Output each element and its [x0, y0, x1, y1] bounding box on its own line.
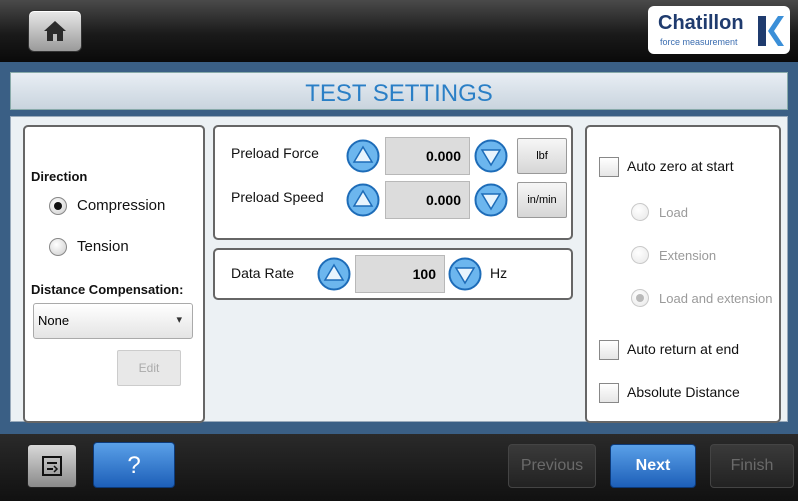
direction-heading: Direction — [31, 169, 88, 184]
preload-force-increase-button[interactable] — [346, 139, 380, 173]
bottom-bar: ? Previous Next Finish — [0, 434, 798, 501]
preload-speed-unit-button[interactable]: in/min — [517, 182, 567, 218]
distance-compensation-select[interactable]: None ▾ — [33, 303, 193, 339]
preload-speed-decrease-button[interactable] — [474, 183, 508, 217]
auto-zero-checkbox[interactable] — [599, 157, 619, 177]
options-panel: Auto zero at start Load Extension Load a… — [585, 125, 781, 423]
logo-name: Chatillon — [658, 12, 744, 34]
help-label: ? — [127, 452, 141, 479]
preload-speed-value: 0.000 — [425, 192, 461, 208]
data-rate-increase-button[interactable] — [317, 257, 351, 291]
data-rate-value-box[interactable]: 100 — [355, 255, 445, 293]
top-bar: Chatillon force measurement — [0, 0, 798, 62]
previous-label: Previous — [520, 457, 584, 474]
next-button[interactable]: Next — [610, 444, 696, 488]
finish-button[interactable]: Finish — [710, 444, 794, 488]
settings-content: Direction Compression Tension Distance C… — [10, 116, 788, 423]
radio-zero-load[interactable] — [631, 203, 649, 221]
preload-speed-label: Preload Speed — [231, 189, 324, 205]
edit-button[interactable]: Edit — [117, 350, 181, 386]
home-icon — [44, 21, 66, 41]
data-rate-panel: Data Rate 100 Hz — [213, 248, 573, 300]
next-label: Next — [635, 457, 671, 474]
radio-zero-extension[interactable] — [631, 246, 649, 264]
auto-zero-label: Auto zero at start — [627, 158, 734, 174]
tension-label: Tension — [77, 238, 129, 255]
radio-zero-load-and-extension[interactable] — [631, 289, 649, 307]
previous-button[interactable]: Previous — [508, 444, 596, 488]
auto-return-checkbox[interactable] — [599, 340, 619, 360]
preload-panel: Preload Force 0.000 lbf Preload Speed 0.… — [213, 125, 573, 240]
preload-force-unit: lbf — [536, 150, 548, 162]
radio-tension[interactable] — [49, 238, 67, 256]
preload-force-label: Preload Force — [231, 145, 319, 161]
main-area: TEST SETTINGS Direction Compression Tens… — [0, 62, 798, 434]
preload-force-decrease-button[interactable] — [474, 139, 508, 173]
absolute-distance-label: Absolute Distance — [627, 384, 740, 400]
menu-button[interactable] — [27, 444, 77, 488]
logo-mark-icon — [758, 16, 784, 46]
absolute-distance-checkbox[interactable] — [599, 383, 619, 403]
edit-label: Edit — [138, 361, 160, 375]
title-bar: TEST SETTINGS — [10, 72, 788, 110]
data-rate-value: 100 — [412, 266, 436, 282]
page-title: TEST SETTINGS — [305, 80, 493, 107]
preload-force-value-box[interactable]: 0.000 — [385, 137, 470, 175]
auto-return-label: Auto return at end — [627, 341, 740, 357]
data-rate-unit: Hz — [490, 265, 508, 281]
zero-load-label: Load — [659, 205, 688, 220]
list-adjust-icon — [42, 456, 62, 476]
preload-speed-increase-button[interactable] — [346, 183, 380, 217]
zero-extension-label: Extension — [659, 248, 717, 263]
preload-force-unit-button[interactable]: lbf — [517, 138, 567, 174]
preload-speed-unit: in/min — [527, 194, 557, 206]
chevron-down-icon: ▾ — [176, 314, 182, 326]
radio-compression[interactable] — [49, 197, 67, 215]
distance-compensation-heading: Distance Compensation: — [31, 282, 184, 297]
logo-tagline: force measurement — [660, 37, 738, 47]
preload-speed-value-box[interactable]: 0.000 — [385, 181, 470, 219]
zero-load-and-extension-label: Load and extension — [659, 291, 773, 306]
home-button[interactable] — [28, 10, 82, 52]
compression-label: Compression — [77, 197, 166, 214]
distance-compensation-value: None — [38, 313, 70, 328]
preload-force-value: 0.000 — [425, 148, 461, 164]
finish-label: Finish — [730, 457, 774, 474]
data-rate-decrease-button[interactable] — [448, 257, 482, 291]
help-button[interactable]: ? — [93, 442, 175, 488]
data-rate-label: Data Rate — [231, 265, 295, 281]
chatillon-logo: Chatillon force measurement — [648, 6, 790, 54]
